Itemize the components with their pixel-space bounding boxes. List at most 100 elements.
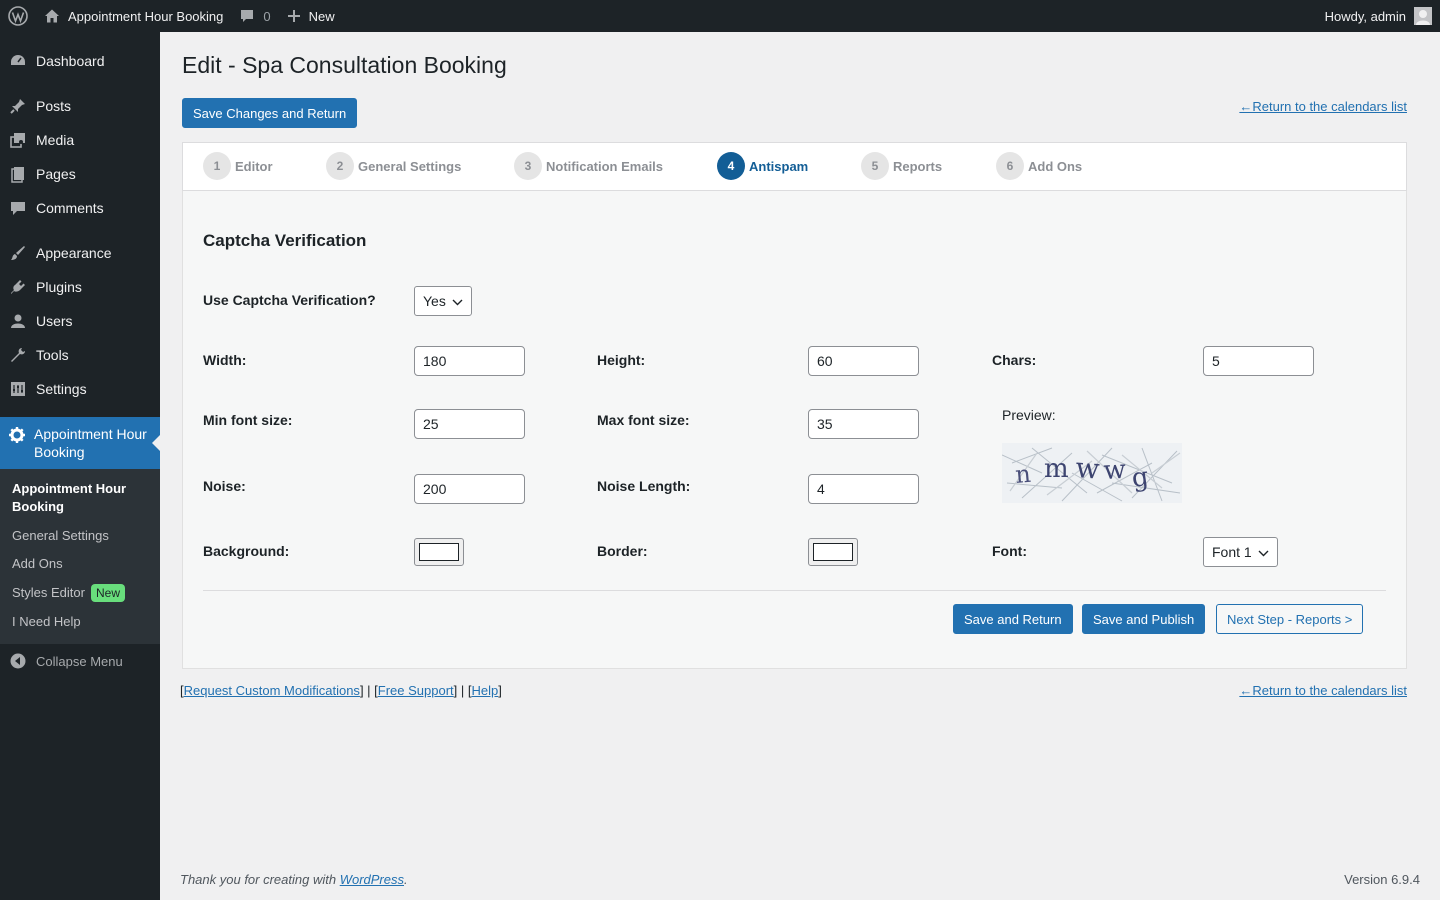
menu-label: Posts bbox=[36, 98, 72, 114]
wordpress-link[interactable]: WordPress bbox=[340, 872, 404, 887]
chevron-down-icon bbox=[1252, 544, 1269, 560]
tab-antispam[interactable]: 4 Antispam bbox=[717, 152, 808, 180]
account-menu[interactable]: Howdy, admin bbox=[1317, 0, 1440, 32]
menu-item-posts[interactable]: Posts bbox=[0, 89, 160, 123]
tab-label: Add Ons bbox=[1028, 158, 1083, 174]
tab-label: Antispam bbox=[749, 158, 809, 174]
dashboard-icon bbox=[8, 51, 28, 71]
background-color-picker[interactable] bbox=[414, 538, 464, 566]
menu-item-settings[interactable]: Settings bbox=[0, 372, 160, 406]
border-color-picker[interactable] bbox=[808, 538, 858, 566]
menu-item-pages[interactable]: Pages bbox=[0, 157, 160, 191]
use-captcha-select[interactable]: Yes bbox=[414, 286, 472, 316]
menu-label: Comments bbox=[36, 200, 104, 216]
tab-label: Reports bbox=[893, 158, 943, 174]
step-number: 6 bbox=[996, 152, 1024, 180]
menu-item-appointment-hour-booking[interactable]: Appointment Hour Booking bbox=[0, 417, 160, 469]
submenu-item-styles-editor[interactable]: Styles Editor New bbox=[0, 578, 160, 608]
tab-label: Notification Emails bbox=[546, 158, 664, 174]
comments-count: 0 bbox=[263, 8, 271, 24]
select-value: Yes bbox=[423, 293, 446, 309]
submenu-item-appointment-hour-booking[interactable]: Appointment Hour Booking bbox=[0, 476, 160, 522]
submenu-item-general-settings[interactable]: General Settings bbox=[0, 522, 160, 550]
menu-label: Media bbox=[36, 132, 75, 148]
return-to-calendars-link-bottom[interactable]: ←Return to the calendars list bbox=[1239, 683, 1407, 698]
max-font-size-input[interactable]: 35 bbox=[808, 409, 919, 439]
comments-link[interactable]: 0 bbox=[231, 0, 278, 32]
submenu-item-add-ons[interactable]: Add Ons bbox=[0, 550, 160, 578]
collapse-menu-button[interactable]: Collapse Menu bbox=[0, 644, 160, 678]
font-label: Font: bbox=[992, 543, 1027, 559]
next-step-reports-button[interactable]: Next Step - Reports > bbox=[1216, 604, 1364, 634]
select-value: Font 1 bbox=[1212, 544, 1252, 560]
menu-label: Appointment Hour Booking bbox=[34, 426, 147, 460]
noise-length-input[interactable]: 4 bbox=[808, 474, 919, 504]
tab-reports[interactable]: 5 Reports bbox=[861, 152, 942, 180]
height-label: Height: bbox=[597, 352, 646, 368]
user-icon bbox=[8, 311, 28, 331]
save-and-return-button[interactable]: Save and Return bbox=[953, 604, 1073, 634]
chars-input[interactable]: 5 bbox=[1203, 346, 1314, 376]
step-number: 2 bbox=[326, 152, 354, 180]
help-link[interactable]: Help bbox=[471, 683, 498, 698]
thanks-text: Thank you for creating with bbox=[180, 872, 340, 887]
submenu-label: Styles Editor bbox=[12, 585, 85, 600]
support-links: [Request Custom Modifications] | [Free S… bbox=[180, 683, 502, 698]
font-select[interactable]: Font 1 bbox=[1203, 537, 1278, 567]
noise-input[interactable]: 200 bbox=[414, 474, 525, 504]
height-input[interactable]: 60 bbox=[808, 346, 919, 376]
step-number: 1 bbox=[203, 152, 231, 180]
menu-item-users[interactable]: Users bbox=[0, 304, 160, 338]
site-name: Appointment Hour Booking bbox=[68, 8, 224, 24]
min-font-size-label: Min font size: bbox=[203, 412, 293, 428]
use-captcha-label: Use Captcha Verification? bbox=[203, 292, 376, 308]
admin-bar: Appointment Hour Booking 0 New Howdy, ad… bbox=[0, 0, 1440, 32]
save-changes-return-button[interactable]: Save Changes and Return bbox=[182, 98, 358, 128]
wordpress-logo-icon[interactable] bbox=[0, 0, 36, 32]
new-badge: New bbox=[90, 584, 125, 602]
pin-icon bbox=[8, 96, 28, 116]
save-and-publish-button[interactable]: Save and Publish bbox=[1082, 604, 1206, 634]
site-name-link[interactable]: Appointment Hour Booking bbox=[36, 0, 231, 32]
menu-item-tools[interactable]: Tools bbox=[0, 338, 160, 372]
wizard-steps: 1 Editor 2 General Settings 3 Notificati… bbox=[182, 142, 1407, 191]
gear-icon bbox=[8, 425, 26, 445]
captcha-char: n bbox=[1014, 460, 1032, 489]
menu-label: Dashboard bbox=[36, 53, 105, 69]
comment-icon bbox=[239, 8, 255, 24]
new-content-link[interactable]: New bbox=[279, 0, 343, 32]
version-text: Version 6.9.4 bbox=[1344, 872, 1420, 887]
menu-item-dashboard[interactable]: Dashboard bbox=[0, 44, 160, 78]
tab-general-settings[interactable]: 2 General Settings bbox=[326, 152, 461, 180]
tab-label: General Settings bbox=[358, 158, 462, 174]
menu-item-plugins[interactable]: Plugins bbox=[0, 270, 160, 304]
plugin-icon bbox=[8, 277, 28, 297]
width-input[interactable]: 180 bbox=[414, 346, 525, 376]
free-support-link[interactable]: Free Support bbox=[378, 683, 454, 698]
home-icon bbox=[44, 8, 60, 24]
new-label: New bbox=[308, 8, 335, 24]
return-to-calendars-link[interactable]: ←Return to the calendars list bbox=[1239, 99, 1407, 114]
antispam-panel: Captcha Verification Use Captcha Verific… bbox=[182, 191, 1407, 669]
admin-sidebar: Dashboard Posts Media Pages Comments App… bbox=[0, 32, 160, 900]
menu-item-appearance[interactable]: Appearance bbox=[0, 236, 160, 270]
request-custom-modifications-link[interactable]: Request Custom Modifications bbox=[184, 683, 360, 698]
tab-editor[interactable]: 1 Editor bbox=[203, 152, 273, 180]
submenu: Appointment Hour Booking General Setting… bbox=[0, 469, 160, 644]
section-heading: Captcha Verification bbox=[203, 231, 367, 250]
submenu-item-help[interactable]: I Need Help bbox=[0, 608, 160, 636]
tab-notification-emails[interactable]: 3 Notification Emails bbox=[514, 152, 663, 180]
menu-item-media[interactable]: Media bbox=[0, 123, 160, 157]
media-icon bbox=[8, 130, 28, 150]
min-font-size-input[interactable]: 25 bbox=[414, 409, 525, 439]
avatar bbox=[1414, 7, 1432, 25]
chars-label: Chars: bbox=[992, 352, 1037, 368]
tab-add-ons[interactable]: 6 Add Ons bbox=[996, 152, 1082, 180]
collapse-icon bbox=[8, 651, 28, 671]
color-swatch bbox=[419, 543, 459, 561]
step-number: 3 bbox=[514, 152, 542, 180]
captcha-char: w bbox=[1075, 451, 1101, 486]
menu-item-comments[interactable]: Comments bbox=[0, 191, 160, 225]
menu-label: Settings bbox=[36, 381, 87, 397]
captcha-preview-image: n m w w g bbox=[1002, 443, 1182, 503]
